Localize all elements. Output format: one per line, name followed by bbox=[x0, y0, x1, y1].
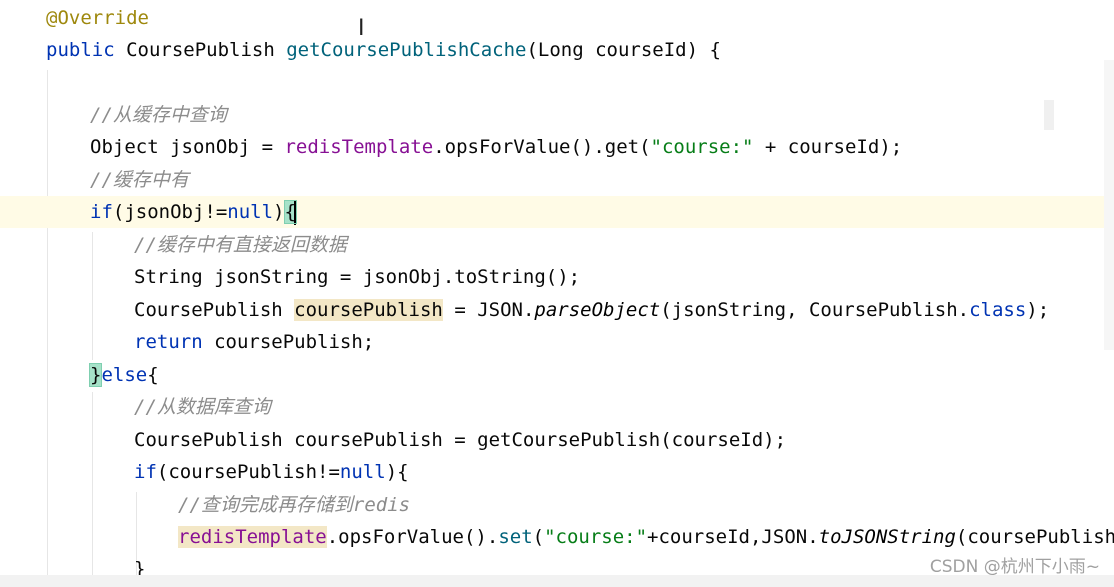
code-token: ){ bbox=[385, 461, 409, 483]
code-line[interactable]: CoursePublish coursePublish = JSON.parse… bbox=[0, 294, 1114, 326]
code-text: if(jsonObj!=null){ bbox=[90, 196, 297, 228]
code-token: CoursePublish bbox=[134, 299, 295, 321]
matched-brace: } bbox=[88, 363, 103, 387]
code-text: //从数据库查询 bbox=[134, 391, 271, 423]
highlighted-identifier: redisTemplate bbox=[178, 526, 327, 548]
code-token: = JSON. bbox=[442, 299, 535, 321]
code-text: public CoursePublish getCoursePublishCac… bbox=[46, 34, 721, 66]
code-line[interactable]: //缓存中有 bbox=[0, 164, 1114, 196]
code-line[interactable]: public CoursePublish getCoursePublishCac… bbox=[0, 34, 1114, 66]
code-comment: 缓存中有直接返回数据 bbox=[156, 234, 347, 256]
code-token: (coursePublish!= bbox=[156, 461, 340, 483]
code-token: public bbox=[46, 39, 127, 61]
code-token: Object jsonObj = bbox=[90, 136, 285, 158]
scrollbar-track[interactable] bbox=[1104, 60, 1114, 350]
code-token: class bbox=[969, 299, 1027, 321]
code-comment: // bbox=[178, 494, 201, 516]
code-token: ( bbox=[532, 526, 545, 548]
code-token: (jsonString, CoursePublish. bbox=[660, 299, 970, 321]
code-comment: // bbox=[90, 104, 113, 126]
code-comment: // bbox=[134, 234, 157, 256]
code-comment: 从数据库查询 bbox=[156, 396, 271, 418]
code-line[interactable] bbox=[0, 66, 1114, 98]
code-line[interactable]: //从缓存中查询 bbox=[0, 99, 1114, 131]
code-token: return bbox=[134, 331, 215, 353]
code-text: //缓存中有直接返回数据 bbox=[134, 229, 347, 261]
code-line[interactable]: if(coursePublish!=null){ bbox=[0, 456, 1114, 488]
code-token: ); bbox=[1026, 299, 1050, 321]
text-caret bbox=[293, 200, 296, 225]
code-token: @Override bbox=[46, 7, 149, 29]
code-token: parseObject bbox=[534, 299, 661, 321]
code-line[interactable]: //查询完成再存储到redis bbox=[0, 489, 1114, 521]
code-text: return coursePublish; bbox=[134, 326, 374, 358]
code-token: CoursePublish bbox=[126, 39, 287, 61]
code-token: set bbox=[498, 526, 533, 548]
code-token: ) bbox=[273, 201, 285, 223]
code-line[interactable]: CoursePublish coursePublish = getCourseP… bbox=[0, 424, 1114, 456]
code-line[interactable]: @Override bbox=[0, 2, 1114, 34]
code-comment: 从缓存中查询 bbox=[112, 104, 227, 126]
code-text: //从缓存中查询 bbox=[90, 99, 227, 131]
code-text: CoursePublish coursePublish = getCourseP… bbox=[134, 424, 786, 456]
code-token: getCoursePublishCache bbox=[286, 39, 527, 61]
code-text: //查询完成再存储到redis bbox=[178, 489, 410, 521]
code-line[interactable]: redisTemplate.opsForValue().set("course:… bbox=[0, 521, 1114, 553]
code-text: Object jsonObj = redisTemplate.opsForVal… bbox=[90, 131, 902, 163]
code-comment: 查询完成再存储到 bbox=[200, 494, 353, 516]
code-token: if bbox=[134, 461, 157, 483]
code-line[interactable]: if(jsonObj!=null){ bbox=[0, 196, 1114, 228]
code-token: toJSONString bbox=[818, 526, 956, 548]
code-token: if bbox=[90, 201, 113, 223]
code-text: //缓存中有 bbox=[90, 164, 189, 196]
code-token: CoursePublish coursePublish = getCourseP… bbox=[134, 429, 787, 451]
code-text: }else{ bbox=[88, 359, 159, 391]
code-token: "course:" bbox=[650, 136, 754, 158]
code-token: null bbox=[227, 201, 274, 223]
code-line[interactable]: //缓存中有直接返回数据 bbox=[0, 229, 1114, 261]
code-token: (Long courseId) { bbox=[526, 39, 721, 61]
code-token: String jsonString = jsonObj.toString(); bbox=[134, 266, 581, 288]
code-token: null bbox=[339, 461, 386, 483]
code-text: CoursePublish coursePublish = JSON.parse… bbox=[134, 294, 1049, 326]
code-token: (coursePublish)); bbox=[955, 526, 1114, 548]
code-comment: redis bbox=[352, 494, 411, 516]
code-token: + courseId); bbox=[753, 136, 903, 158]
code-editor[interactable]: @Override public CoursePublish getCourseP… bbox=[0, 0, 1114, 587]
code-line[interactable]: return coursePublish; bbox=[0, 326, 1114, 358]
code-token: else bbox=[101, 364, 148, 386]
watermark-text: CSDN @杭州下小雨~ bbox=[929, 557, 1100, 577]
code-token: { bbox=[147, 364, 159, 386]
code-text: String jsonString = jsonObj.toString(); bbox=[134, 261, 580, 293]
code-line[interactable]: Object jsonObj = redisTemplate.opsForVal… bbox=[0, 131, 1114, 163]
mouse-cursor-icon: I bbox=[358, 16, 365, 41]
code-token: +courseId,JSON. bbox=[647, 526, 819, 548]
code-line[interactable]: String jsonString = jsonObj.toString(); bbox=[0, 261, 1114, 293]
code-comment: // bbox=[90, 169, 113, 191]
code-text: redisTemplate.opsForValue().set("course:… bbox=[178, 521, 1114, 553]
code-line[interactable]: }else{ bbox=[0, 359, 1114, 391]
code-line[interactable]: //从数据库查询 bbox=[0, 391, 1114, 423]
code-comment: // bbox=[134, 396, 157, 418]
code-token: .opsForValue(). bbox=[326, 526, 499, 548]
code-token: .opsForValue().get( bbox=[433, 136, 651, 158]
code-token: "course:" bbox=[544, 526, 648, 548]
scrollbar-marker bbox=[1044, 100, 1054, 130]
code-text: @Override bbox=[46, 2, 149, 34]
code-text: if(coursePublish!=null){ bbox=[134, 456, 409, 488]
code-comment: 缓存中有 bbox=[112, 169, 189, 191]
code-token: coursePublish; bbox=[214, 331, 375, 353]
highlighted-identifier: coursePublish bbox=[294, 299, 443, 321]
code-token: redisTemplate bbox=[284, 136, 434, 158]
code-token: (jsonObj!= bbox=[112, 201, 228, 223]
